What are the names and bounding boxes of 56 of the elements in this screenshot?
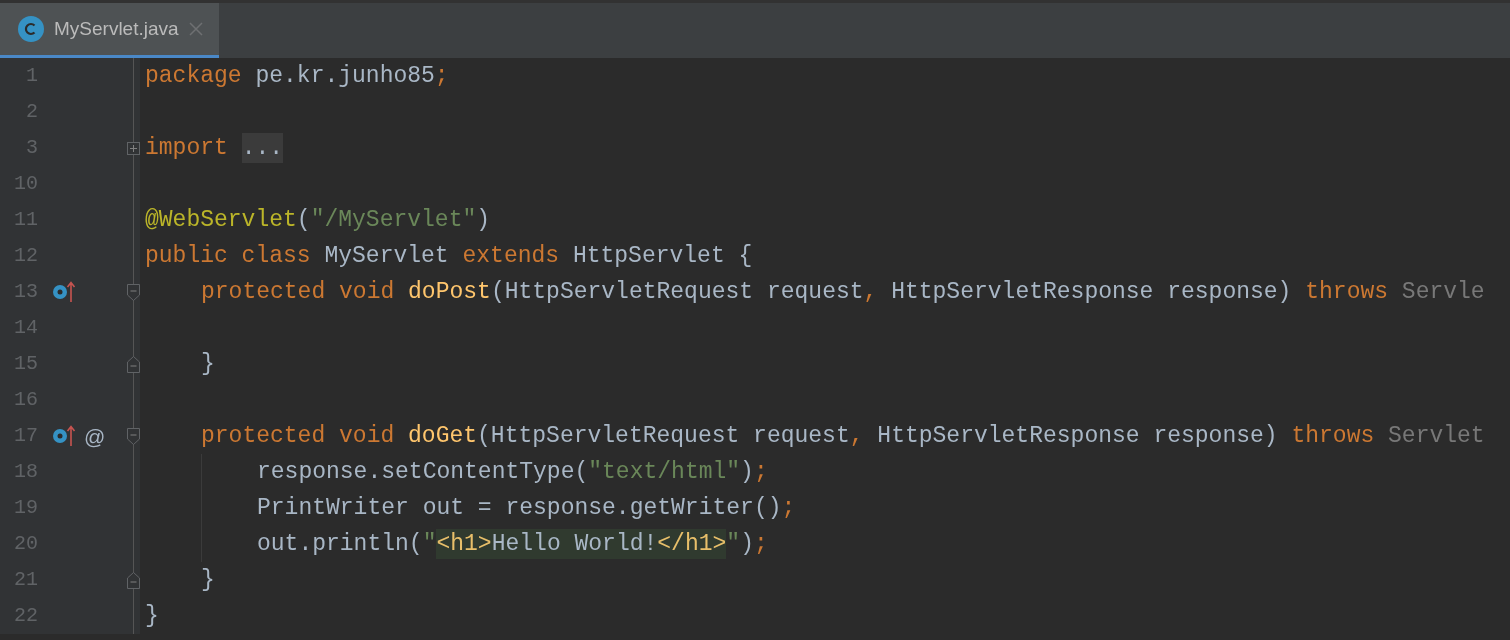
code-token: import [145, 134, 229, 163]
code-token: ) [476, 206, 491, 235]
code-token: MyServlet [323, 242, 450, 271]
overriding-method-icon[interactable] [52, 280, 76, 304]
close-icon[interactable] [188, 22, 203, 36]
code-token: pe.kr.junho85 [254, 62, 435, 91]
overriding-method-icon[interactable] [52, 424, 76, 448]
code-token: protected void [201, 278, 396, 307]
code-token: } [201, 566, 215, 595]
code-token: protected void [201, 422, 396, 451]
code-token: Hello World! [491, 529, 658, 559]
code-token: HttpServlet { [571, 242, 753, 271]
collapse-fold-icon[interactable] [127, 571, 140, 589]
code-token: extends [462, 242, 560, 271]
collapse-fold-icon[interactable] [127, 427, 140, 445]
collapse-fold-icon[interactable] [127, 283, 140, 301]
code-token: } [145, 602, 159, 631]
expand-fold-icon[interactable] [127, 141, 140, 155]
code-token: ; [753, 530, 768, 559]
code-token: public class [145, 242, 311, 271]
code-token: (HttpServletRequest request [477, 422, 850, 451]
code-token: ) [740, 530, 754, 559]
code-token: } [201, 350, 215, 379]
code-token: ; [753, 458, 768, 487]
code-token[interactable]: ... [241, 133, 284, 163]
code-token: PrintWriter out = response.getWriter() [257, 494, 782, 523]
editor-tab[interactable]: MyServlet.java [0, 3, 219, 58]
code-token: ) [740, 458, 754, 487]
code-token: HttpServletResponse response) [890, 278, 1293, 307]
code-token: throws [1291, 422, 1376, 451]
code-token: doGet [408, 422, 478, 451]
code-token: package [145, 62, 242, 91]
code-token: doPost [408, 278, 491, 307]
code-token: "text/html" [588, 458, 741, 487]
code-token: <h1> [436, 529, 492, 559]
code-token: ; [434, 62, 449, 91]
code-token: " [726, 530, 741, 559]
code-token: " [422, 530, 437, 559]
code-token: throws [1305, 278, 1390, 307]
class-file-icon [18, 16, 44, 42]
code-token: @WebServlet [145, 206, 297, 235]
code-token: Servlet [1388, 422, 1485, 451]
code-token: HttpServletResponse response) [876, 422, 1279, 451]
annotation-marker[interactable]: @ [84, 425, 106, 447]
code-token: response.setContentType( [257, 458, 589, 487]
code-token: </h1> [657, 529, 727, 559]
code-token: Servle [1401, 278, 1485, 307]
code-token: out.println( [257, 530, 423, 559]
code-token: , [863, 278, 878, 307]
code-token: , [849, 422, 864, 451]
tab-label: MyServlet.java [54, 16, 179, 41]
collapse-fold-icon[interactable] [127, 355, 140, 373]
code-token: ; [781, 494, 796, 523]
code-token: "/MyServlet" [310, 206, 477, 235]
code-token: ( [296, 206, 311, 235]
code-token: (HttpServletRequest request [490, 278, 864, 307]
